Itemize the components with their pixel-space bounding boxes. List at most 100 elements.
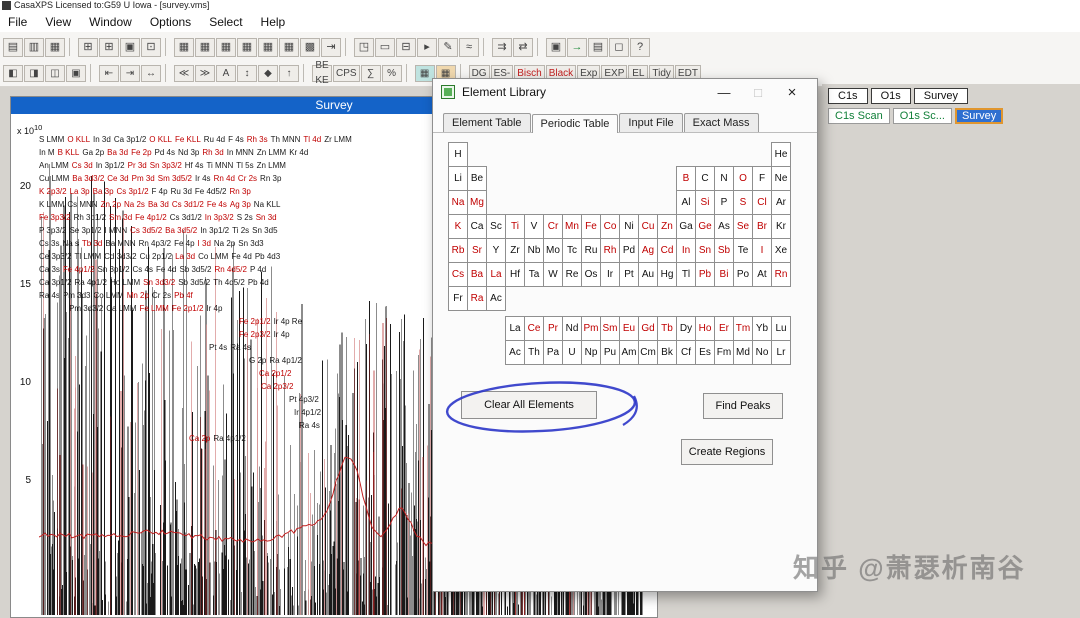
element-y[interactable]: Y bbox=[486, 238, 506, 263]
element-gd[interactable]: Gd bbox=[638, 316, 658, 341]
element-w[interactable]: W bbox=[543, 262, 563, 287]
maximize-button[interactable]: □ bbox=[741, 85, 775, 100]
element-au[interactable]: Au bbox=[638, 262, 658, 287]
element-i[interactable]: I bbox=[752, 238, 772, 263]
minimize-button[interactable]: — bbox=[707, 85, 741, 100]
element-tm[interactable]: Tm bbox=[733, 316, 753, 341]
element-cf[interactable]: Cf bbox=[676, 340, 696, 365]
element-es[interactable]: Es bbox=[695, 340, 715, 365]
element-br[interactable]: Br bbox=[752, 214, 772, 239]
element-co[interactable]: Co bbox=[600, 214, 620, 239]
element-no[interactable]: No bbox=[752, 340, 772, 365]
tile-columns-icon[interactable]: ▦ bbox=[195, 37, 215, 57]
element-po[interactable]: Po bbox=[733, 262, 753, 287]
element-fe[interactable]: Fe bbox=[581, 214, 601, 239]
menu-window[interactable]: Window bbox=[89, 15, 132, 29]
grid-icon[interactable]: ▣ bbox=[66, 64, 86, 82]
element-cm[interactable]: Cm bbox=[638, 340, 658, 365]
expand-icon[interactable]: ↕ bbox=[237, 64, 257, 82]
element-cu[interactable]: Cu bbox=[638, 214, 658, 239]
element-la[interactable]: La bbox=[505, 316, 525, 341]
element-ra[interactable]: Ra bbox=[467, 286, 487, 311]
export-tile-icon[interactable]: ⇥ bbox=[321, 37, 341, 57]
element-ge[interactable]: Ge bbox=[695, 214, 715, 239]
element-tb[interactable]: Tb bbox=[657, 316, 677, 341]
element-th[interactable]: Th bbox=[524, 340, 544, 365]
processing-icon[interactable]: ⊟ bbox=[396, 37, 416, 57]
element-mg[interactable]: Mg bbox=[467, 190, 487, 215]
element-ag[interactable]: Ag bbox=[638, 238, 658, 263]
find-peaks-button[interactable]: Find Peaks bbox=[703, 393, 783, 419]
element-sn[interactable]: Sn bbox=[695, 238, 715, 263]
spectrum-tab-survey[interactable]: Survey bbox=[913, 88, 968, 104]
element-ir[interactable]: Ir bbox=[600, 262, 620, 287]
element-sr[interactable]: Sr bbox=[467, 238, 487, 263]
zoom-out-icon[interactable]: ≪ bbox=[174, 64, 194, 82]
element-sm[interactable]: Sm bbox=[600, 316, 620, 341]
element-si[interactable]: Si bbox=[695, 190, 715, 215]
element-ar[interactable]: Ar bbox=[771, 190, 791, 215]
element-ne[interactable]: Ne bbox=[771, 166, 791, 191]
zoom-in-icon[interactable]: ≫ bbox=[195, 64, 215, 82]
display-settings-icon[interactable]: ▭ bbox=[375, 37, 395, 57]
element-u[interactable]: U bbox=[562, 340, 582, 365]
element-as[interactable]: As bbox=[714, 214, 734, 239]
copy-all-icon[interactable]: ⊞ bbox=[99, 37, 119, 57]
block-tab-o1s-sc-[interactable]: O1s Sc... bbox=[892, 108, 952, 124]
tile-overlay-icon[interactable]: ▦ bbox=[279, 37, 299, 57]
element-o[interactable]: O bbox=[733, 166, 753, 191]
copy-icon[interactable]: ⊞ bbox=[78, 37, 98, 57]
open-icon[interactable]: ▥ bbox=[24, 37, 44, 57]
element-pa[interactable]: Pa bbox=[543, 340, 563, 365]
element-ac[interactable]: Ac bbox=[505, 340, 525, 365]
element-mn[interactable]: Mn bbox=[562, 214, 582, 239]
element-pm[interactable]: Pm bbox=[581, 316, 601, 341]
create-regions-button[interactable]: Create Regions bbox=[681, 439, 773, 465]
element-mo[interactable]: Mo bbox=[543, 238, 563, 263]
element-np[interactable]: Np bbox=[581, 340, 601, 365]
element-b[interactable]: B bbox=[676, 166, 696, 191]
annotate-icon[interactable]: ✎ bbox=[438, 37, 458, 57]
fit-width-icon[interactable]: ↔ bbox=[141, 64, 161, 82]
go-icon[interactable]: → bbox=[567, 37, 587, 57]
element-v[interactable]: V bbox=[524, 214, 544, 239]
duplicate-icon[interactable]: ⊡ bbox=[141, 37, 161, 57]
element-er[interactable]: Er bbox=[714, 316, 734, 341]
element-yb[interactable]: Yb bbox=[752, 316, 772, 341]
marker-icon[interactable]: ◆ bbox=[258, 64, 278, 82]
tile-spectra-icon[interactable]: ▦ bbox=[258, 37, 278, 57]
element-cd[interactable]: Cd bbox=[657, 238, 677, 263]
element-k[interactable]: K bbox=[448, 214, 468, 239]
step-icon[interactable]: ▸ bbox=[417, 37, 437, 57]
page-right-icon[interactable]: ◨ bbox=[24, 64, 44, 82]
element-sb[interactable]: Sb bbox=[714, 238, 734, 263]
element-al[interactable]: Al bbox=[676, 190, 696, 215]
element-li[interactable]: Li bbox=[448, 166, 468, 191]
element-ti[interactable]: Ti bbox=[505, 214, 525, 239]
page-left-icon[interactable]: ◧ bbox=[3, 64, 23, 82]
element-c[interactable]: C bbox=[695, 166, 715, 191]
block-tab-c1s-scan[interactable]: C1s Scan bbox=[828, 108, 890, 124]
tile-rows-icon[interactable]: ▦ bbox=[174, 37, 194, 57]
element-lr[interactable]: Lr bbox=[771, 340, 791, 365]
annotation-icon[interactable]: A bbox=[216, 64, 236, 82]
be-ke-toggle[interactable]: BE KE bbox=[312, 60, 332, 86]
tile-active-icon[interactable]: ▩ bbox=[300, 37, 320, 57]
element-os[interactable]: Os bbox=[581, 262, 601, 287]
tab-element-table[interactable]: Element Table bbox=[443, 113, 531, 132]
element-nb[interactable]: Nb bbox=[524, 238, 544, 263]
element-h[interactable]: H bbox=[448, 142, 468, 167]
help-icon[interactable]: ? bbox=[630, 37, 650, 57]
tab-input-file[interactable]: Input File bbox=[619, 113, 683, 132]
save-icon[interactable]: ▦ bbox=[45, 37, 65, 57]
menu-select[interactable]: Select bbox=[209, 15, 242, 29]
element-s[interactable]: S bbox=[733, 190, 753, 215]
menu-options[interactable]: Options bbox=[150, 15, 191, 29]
element-cl[interactable]: Cl bbox=[752, 190, 772, 215]
element-bi[interactable]: Bi bbox=[714, 262, 734, 287]
element-nd[interactable]: Nd bbox=[562, 316, 582, 341]
clear-all-elements-button[interactable]: Clear All Elements bbox=[461, 391, 597, 419]
element-be[interactable]: Be bbox=[467, 166, 487, 191]
element-hg[interactable]: Hg bbox=[657, 262, 677, 287]
element-tc[interactable]: Tc bbox=[562, 238, 582, 263]
